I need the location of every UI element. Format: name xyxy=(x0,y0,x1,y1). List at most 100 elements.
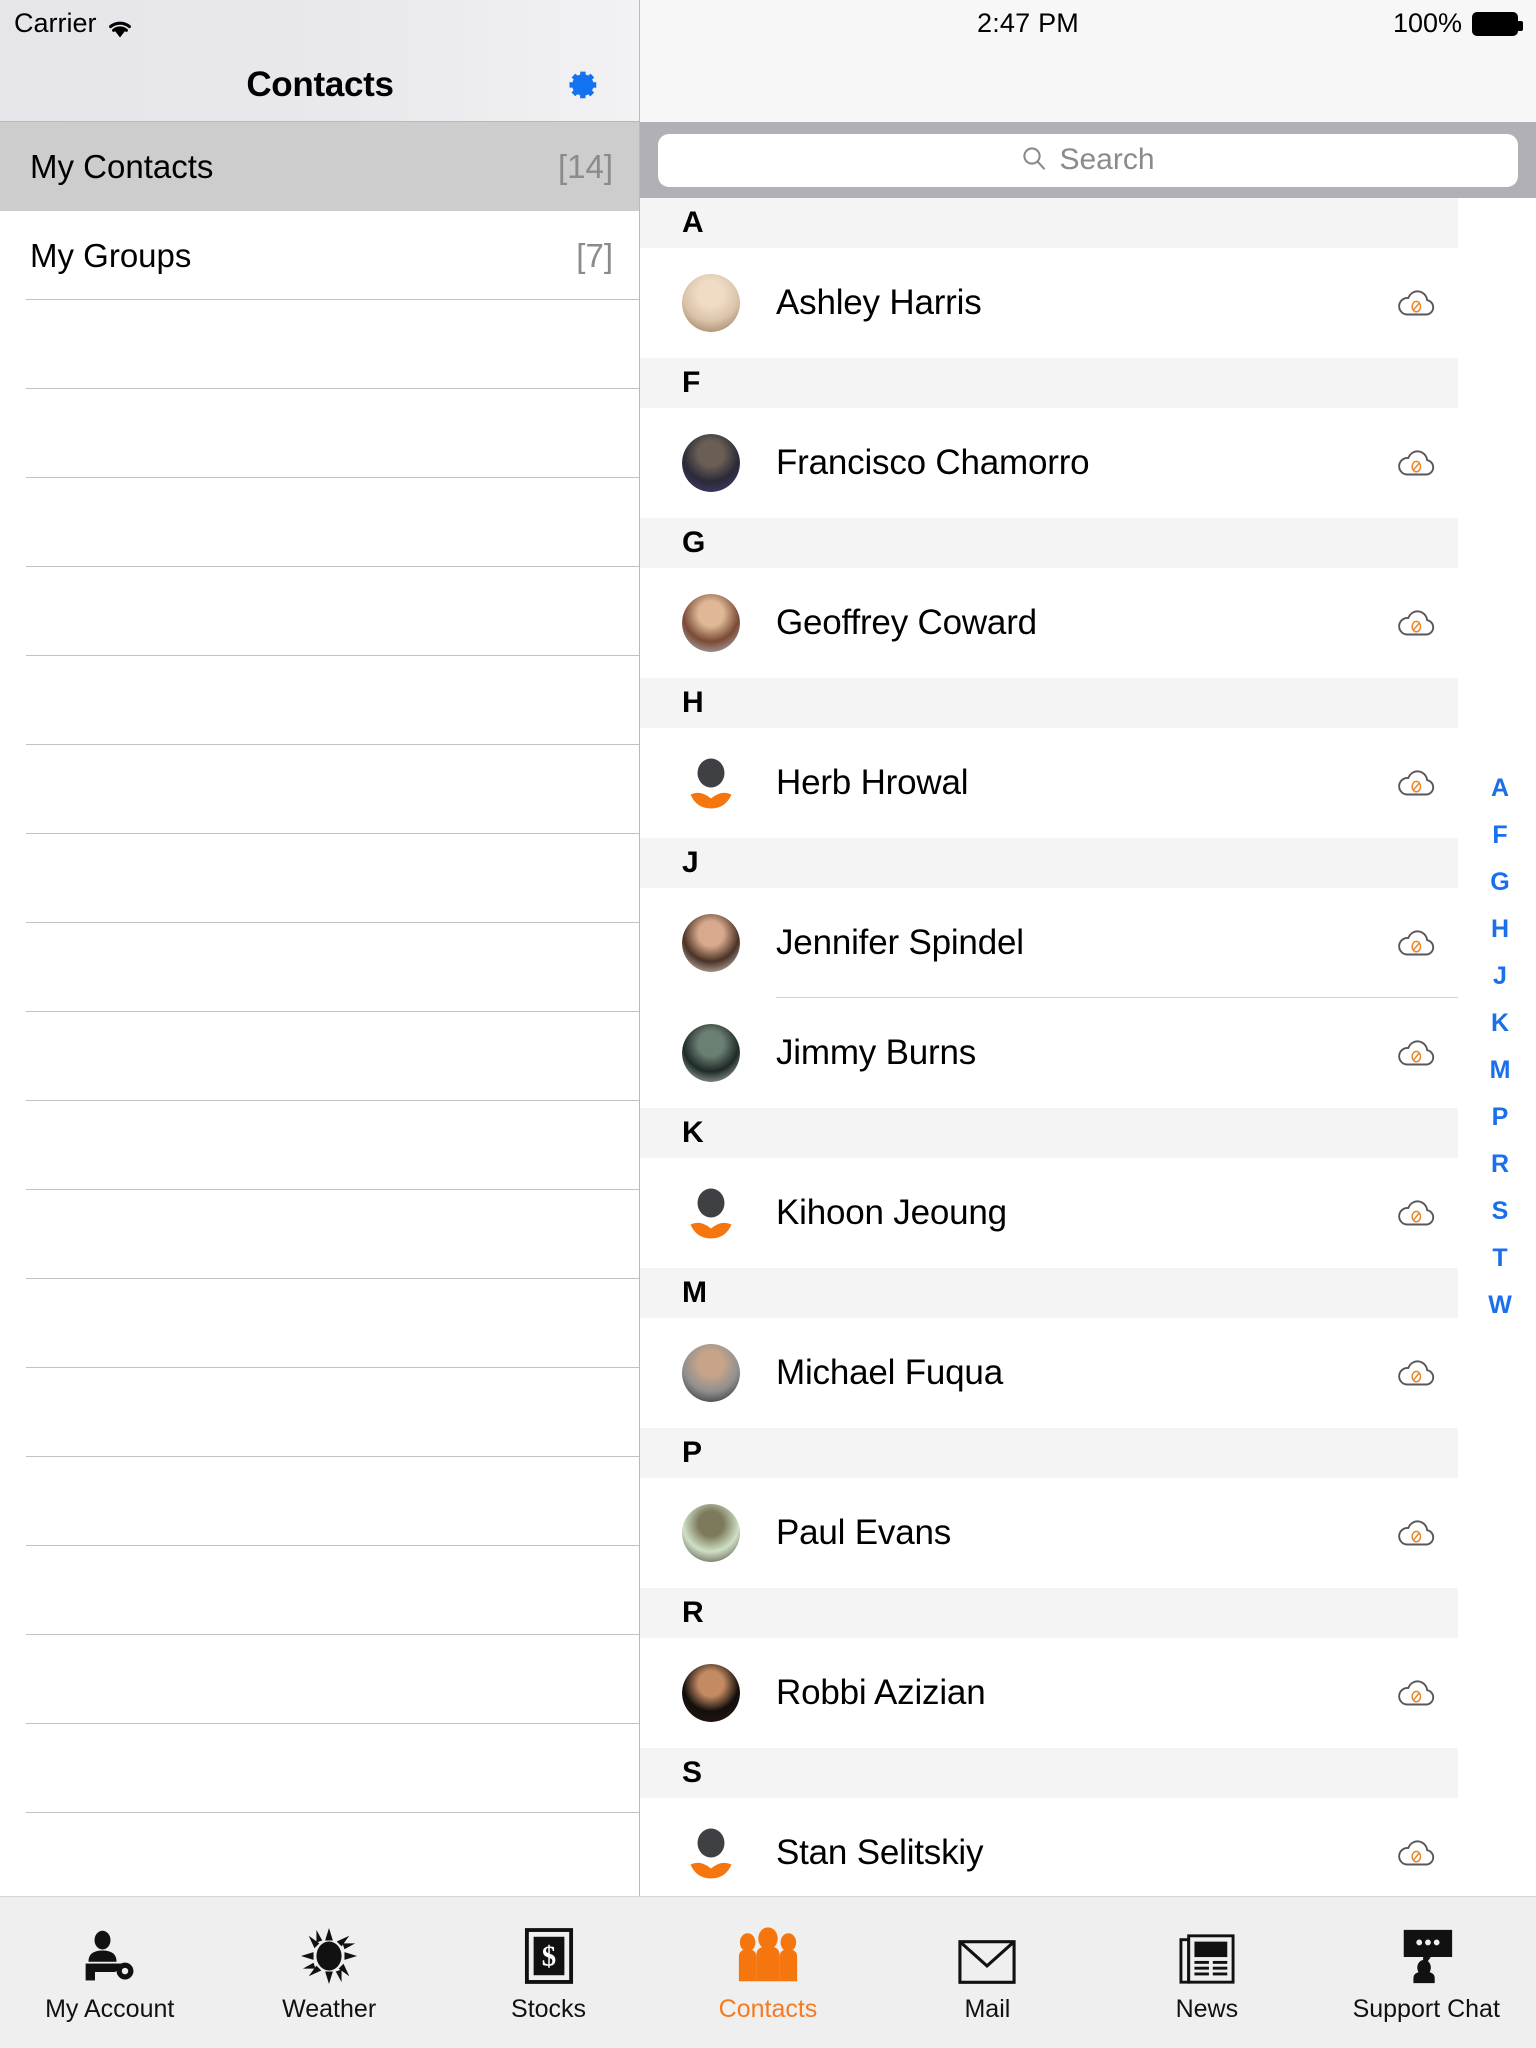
tab-label: Contacts xyxy=(718,1995,818,2023)
sidebar-item-my-groups[interactable]: My Groups [7] xyxy=(0,211,639,300)
person-placeholder-avatar xyxy=(682,1824,740,1882)
index-letter-s[interactable]: S xyxy=(1470,1188,1530,1235)
contact-row[interactable]: Michael Fuqua xyxy=(640,1318,1458,1428)
contact-row[interactable]: Jimmy Burns xyxy=(640,998,1458,1108)
index-letter-a[interactable]: A xyxy=(1470,765,1530,812)
svg-text:$: $ xyxy=(541,1941,555,1973)
icloud-cloud-icon xyxy=(1396,1837,1436,1869)
contacts-list[interactable]: A Ashley Harris F Francisco Chamorro G Geoffr… xyxy=(640,198,1536,1896)
tab-news[interactable]: News xyxy=(1097,1897,1316,2048)
index-letter-h[interactable]: H xyxy=(1470,906,1530,953)
avatar xyxy=(682,1504,740,1562)
icloud-cloud-icon xyxy=(1396,1037,1436,1069)
avatar xyxy=(682,594,740,652)
contact-row[interactable]: Francisco Chamorro xyxy=(640,408,1458,518)
contact-row[interactable]: Paul Evans xyxy=(640,1478,1458,1588)
sidebar-empty-row xyxy=(0,389,639,478)
icloud-cloud-icon xyxy=(1396,1677,1436,1709)
contact-row[interactable]: Geoffrey Coward xyxy=(640,568,1458,678)
search-bar: Search xyxy=(640,122,1536,198)
sidebar-empty-rows xyxy=(0,300,639,1813)
tab-my-account[interactable]: My Account xyxy=(0,1897,219,2048)
index-letter-j[interactable]: J xyxy=(1470,953,1530,1000)
sidebar-item-count: [14] xyxy=(557,147,613,185)
sidebar-empty-row xyxy=(0,1457,639,1546)
section-header-p: P xyxy=(640,1428,1458,1478)
tab-weather[interactable]: Weather xyxy=(219,1897,438,2048)
avatar xyxy=(682,1664,740,1722)
contact-name: Paul Evans xyxy=(776,1513,952,1552)
index-letter-w[interactable]: W xyxy=(1470,1282,1530,1329)
contact-name: Michael Fuqua xyxy=(776,1353,1003,1392)
contact-row[interactable]: Herb Hrowal xyxy=(640,728,1458,838)
sidebar-empty-row xyxy=(0,300,639,389)
contact-name: Stan Selitskiy xyxy=(776,1833,984,1872)
contact-row[interactable]: Kihoon Jeoung xyxy=(640,1158,1458,1268)
contact-row[interactable]: Robbi Azizian xyxy=(640,1638,1458,1748)
section-header-f: F xyxy=(640,358,1458,408)
index-letter-k[interactable]: K xyxy=(1470,1000,1530,1047)
tab-label: Stocks xyxy=(511,1995,587,2023)
chat-support-icon xyxy=(1396,1921,1456,1985)
contact-name: Jennifer Spindel xyxy=(776,923,1024,962)
icloud-cloud-icon xyxy=(1396,447,1436,479)
sidebar-empty-row xyxy=(0,1190,639,1279)
index-letter-g[interactable]: G xyxy=(1470,859,1530,906)
sidebar-empty-row xyxy=(0,1724,639,1813)
sidebar-empty-row xyxy=(0,745,639,834)
sidebar-item-label: My Groups xyxy=(30,236,192,274)
contact-row[interactable]: Ashley Harris xyxy=(640,248,1458,358)
tab-label: Mail xyxy=(964,1995,1011,2023)
section-header-m: M xyxy=(640,1268,1458,1318)
battery-full-icon xyxy=(1472,11,1523,36)
contact-name: Francisco Chamorro xyxy=(776,443,1090,482)
tab-label: News xyxy=(1175,1995,1239,2023)
tab-contacts[interactable]: Contacts xyxy=(658,1897,877,2048)
gear-icon[interactable] xyxy=(560,64,602,106)
tab-label: Weather xyxy=(282,1995,377,2023)
tab-support-chat[interactable]: Support Chat xyxy=(1317,1897,1536,2048)
sidebar-empty-row xyxy=(0,567,639,656)
dollar-document-icon: $ xyxy=(524,1921,574,1985)
sidebar-empty-row xyxy=(0,478,639,567)
sidebar: My Contacts [14] My Groups [7] xyxy=(0,122,640,1896)
app-root: Carrier Contacts 2:47 PM 100% My Contact… xyxy=(0,0,1536,2048)
carrier-label: Carrier xyxy=(14,8,97,38)
tab-stocks[interactable]: $ Stocks xyxy=(439,1897,658,2048)
index-letter-p[interactable]: P xyxy=(1470,1094,1530,1141)
tab-label: Support Chat xyxy=(1352,1995,1500,2023)
alphabet-index[interactable]: AFGHJKMPRSTW xyxy=(1470,198,1530,1896)
navigation-bar: Contacts xyxy=(0,48,640,122)
sidebar-empty-row xyxy=(0,656,639,745)
sidebar-empty-row xyxy=(0,923,639,1012)
search-input[interactable]: Search xyxy=(658,133,1518,187)
section-header-g: G xyxy=(640,518,1458,568)
contact-row[interactable]: Jennifer Spindel xyxy=(640,888,1458,998)
index-letter-m[interactable]: M xyxy=(1470,1047,1530,1094)
contact-name: Herb Hrowal xyxy=(776,763,969,802)
sidebar-item-my-contacts[interactable]: My Contacts [14] xyxy=(0,122,639,211)
status-bar-left: Carrier xyxy=(14,8,134,39)
index-letter-r[interactable]: R xyxy=(1470,1141,1530,1188)
icloud-cloud-icon xyxy=(1396,607,1436,639)
body-area: My Contacts [14] My Groups [7] Search A … xyxy=(0,122,1536,1896)
sidebar-empty-row xyxy=(0,834,639,923)
person-key-icon xyxy=(80,1921,140,1985)
avatar xyxy=(682,1024,740,1082)
tab-bar: My Account Weather $ Stocks Contacts Mail News… xyxy=(0,1896,1536,2048)
section-header-h: H xyxy=(640,678,1458,728)
people-group-icon xyxy=(735,1921,801,1985)
avatar xyxy=(682,1344,740,1402)
section-header-r: R xyxy=(640,1588,1458,1638)
section-header-s: S xyxy=(640,1748,1458,1798)
index-letter-f[interactable]: F xyxy=(1470,812,1530,859)
icloud-cloud-icon xyxy=(1396,1517,1436,1549)
contact-name: Robbi Azizian xyxy=(776,1673,986,1712)
tab-mail[interactable]: Mail xyxy=(878,1897,1097,2048)
sun-icon xyxy=(300,1921,358,1985)
contact-row[interactable]: Stan Selitskiy xyxy=(640,1798,1458,1896)
sidebar-empty-row xyxy=(0,1101,639,1190)
person-placeholder-avatar xyxy=(682,1184,740,1242)
index-letter-t[interactable]: T xyxy=(1470,1235,1530,1282)
contact-name: Kihoon Jeoung xyxy=(776,1193,1007,1232)
